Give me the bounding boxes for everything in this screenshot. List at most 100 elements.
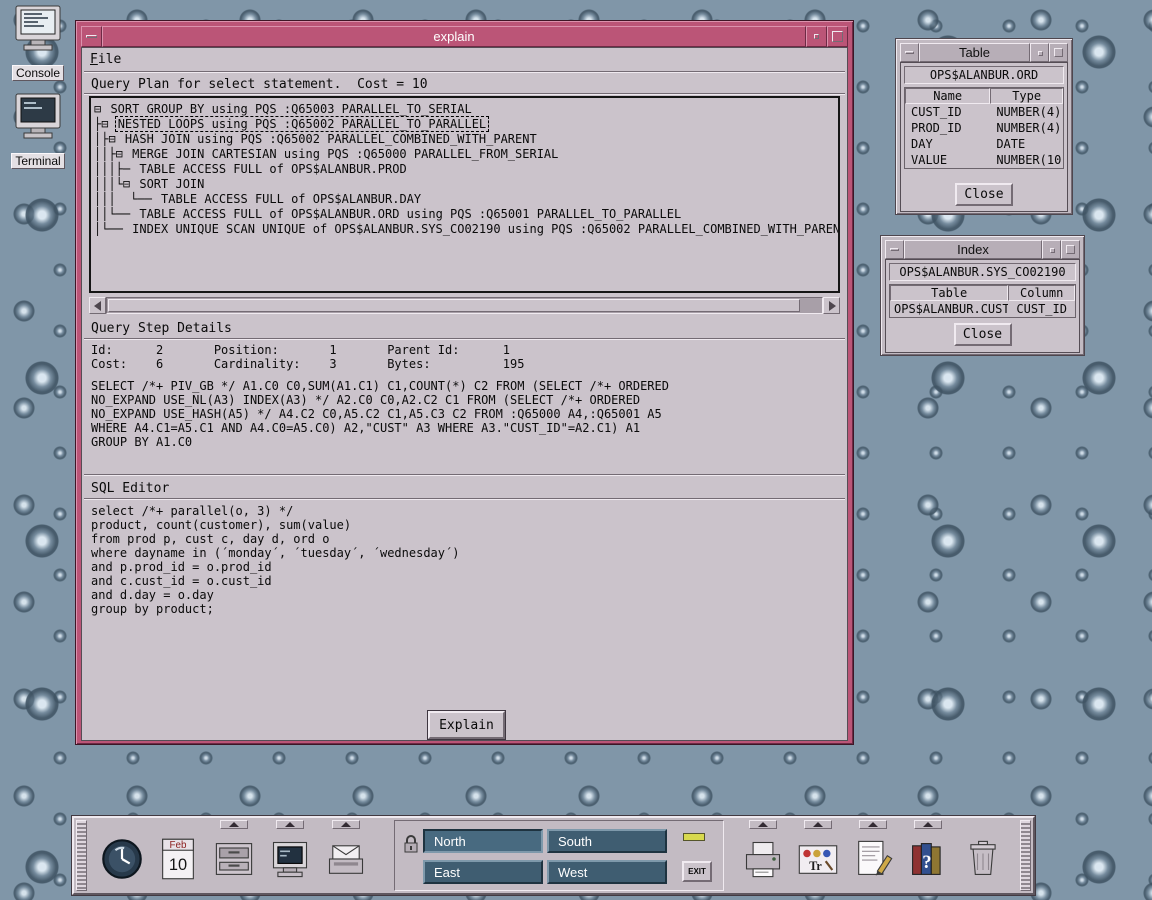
table-row[interactable]: DAYDATE bbox=[905, 136, 1063, 152]
plan-tree-node[interactable]: ││└── TABLE ACCESS FULL of OPS$ALANBUR.O… bbox=[94, 207, 835, 222]
tree-branch-lines: ││├⊟ bbox=[94, 147, 130, 161]
help-button[interactable]: ? bbox=[902, 829, 954, 889]
maximize-button[interactable] bbox=[1061, 240, 1080, 259]
help-subpanel-arrow-icon[interactable] bbox=[914, 820, 942, 829]
editor-subpanel-arrow-icon[interactable] bbox=[859, 820, 887, 829]
workspace-button[interactable]: East bbox=[423, 860, 543, 884]
explain-button[interactable]: Explain bbox=[428, 711, 505, 739]
separator bbox=[84, 338, 845, 340]
tree-node-label[interactable]: NESTED LOOPS using PQS :Q65002 PARALLEL_… bbox=[116, 117, 488, 131]
minimize-button[interactable] bbox=[1030, 43, 1049, 62]
minimize-icon bbox=[1050, 248, 1055, 253]
close-button[interactable]: Close bbox=[954, 323, 1012, 346]
list-rows: OPS$ALANBUR.CUSTCUST_ID bbox=[890, 301, 1075, 317]
workspace-button[interactable]: South bbox=[547, 829, 667, 853]
index-row[interactable]: OPS$ALANBUR.CUSTCUST_ID bbox=[890, 301, 1075, 317]
table-window: Table OPS$ALANBUR.ORD NameType CUST_IDNU… bbox=[895, 38, 1073, 215]
list-rows: CUST_IDNUMBER(4)PROD_IDNUMBER(4)DAYDATEV… bbox=[905, 104, 1063, 168]
style-manager-button[interactable]: Tr bbox=[792, 829, 844, 889]
printer-subpanel-arrow-icon[interactable] bbox=[749, 820, 777, 829]
plan-tree-node[interactable]: │││ └── TABLE ACCESS FULL of OPS$ALANBUR… bbox=[94, 192, 835, 207]
maximize-button[interactable] bbox=[827, 26, 848, 47]
calendar-icon: Feb 10 bbox=[158, 836, 198, 882]
clock-button[interactable] bbox=[96, 829, 148, 889]
window-frame[interactable]: explain File Query Plan for select state… bbox=[75, 20, 854, 745]
window-title: Table bbox=[919, 43, 1030, 62]
minimize-icon bbox=[814, 34, 819, 39]
column-type-cell: NUMBER(4) bbox=[990, 120, 1063, 136]
plan-tree-node[interactable]: ││├⊟ MERGE JOIN CARTESIAN using PQS :Q65… bbox=[94, 147, 835, 162]
column-name-cell: DAY bbox=[905, 136, 990, 152]
window-menu-button[interactable] bbox=[885, 240, 904, 259]
menu-file[interactable]: File bbox=[90, 48, 121, 71]
terminal-subpanel-arrow-icon[interactable] bbox=[276, 820, 304, 829]
mail-subpanel-arrow-icon[interactable] bbox=[332, 820, 360, 829]
index-column-cell: CUST_ID bbox=[1008, 301, 1075, 317]
window-menu-button[interactable] bbox=[900, 43, 919, 62]
desktop-icon-console[interactable]: Console bbox=[6, 4, 70, 86]
window-frame[interactable]: Table OPS$ALANBUR.ORD NameType CUST_IDNU… bbox=[895, 38, 1073, 215]
scroll-right-arrow-icon[interactable] bbox=[823, 297, 840, 314]
tree-node-label[interactable]: TABLE ACCESS FULL of OPS$ALANBUR.DAY bbox=[159, 192, 423, 206]
front-panel: Feb 10 bbox=[72, 816, 1035, 895]
tree-node-label[interactable]: TABLE ACCESS FULL of OPS$ALANBUR.PROD bbox=[137, 162, 408, 176]
table-row[interactable]: CUST_IDNUMBER(4) bbox=[905, 104, 1063, 120]
tree-node-label[interactable]: INDEX UNIQUE SCAN UNIQUE of OPS$ALANBUR.… bbox=[130, 222, 840, 236]
minimize-button[interactable] bbox=[1042, 240, 1061, 259]
tree-node-label[interactable]: HASH JOIN using PQS :Q65002 PARALLEL_COM… bbox=[123, 132, 539, 146]
tree-node-label[interactable]: SORT GROUP BY using PQS :Q65003 PARALLEL… bbox=[108, 102, 473, 116]
titlebar[interactable]: Table bbox=[900, 43, 1068, 62]
plan-tree-node[interactable]: │││└⊟ SORT JOIN bbox=[94, 177, 835, 192]
workspace-button[interactable]: West bbox=[547, 860, 667, 884]
text-editor-button[interactable] bbox=[847, 829, 899, 889]
terminal-button[interactable] bbox=[264, 829, 316, 889]
minimize-button[interactable] bbox=[806, 26, 827, 47]
scrollbar-trough[interactable] bbox=[106, 297, 823, 314]
panel-handle-left[interactable] bbox=[76, 820, 87, 891]
calendar-button[interactable]: Feb 10 bbox=[152, 829, 204, 889]
window-menu-button[interactable] bbox=[81, 26, 102, 47]
tree-node-label[interactable]: SORT JOIN bbox=[137, 177, 206, 191]
desktop-icon-terminal[interactable]: Terminal bbox=[6, 92, 70, 174]
scroll-left-arrow-icon[interactable] bbox=[89, 297, 106, 314]
files-subpanel-arrow-icon[interactable] bbox=[220, 820, 248, 829]
file-manager-button[interactable] bbox=[208, 829, 260, 889]
svg-text:?: ? bbox=[922, 852, 931, 873]
separator bbox=[84, 71, 845, 73]
trash-button[interactable] bbox=[957, 829, 1009, 889]
exit-button[interactable]: EXIT bbox=[682, 861, 712, 882]
plan-tree-node[interactable]: ⊟ SORT GROUP BY using PQS :Q65003 PARALL… bbox=[94, 102, 835, 117]
column-name-cell: PROD_ID bbox=[905, 120, 990, 136]
table-columns-list: NameType CUST_IDNUMBER(4)PROD_IDNUMBER(4… bbox=[904, 87, 1064, 169]
table-row[interactable]: VALUENUMBER(10,2) bbox=[905, 152, 1063, 168]
style-subpanel-arrow-icon[interactable] bbox=[804, 820, 832, 829]
query-plan-tree[interactable]: ⊟ SORT GROUP BY using PQS :Q65003 PARALL… bbox=[89, 96, 840, 293]
window-frame[interactable]: Index OPS$ALANBUR.SYS_CO02190 TableColum… bbox=[880, 235, 1085, 356]
horizontal-scrollbar[interactable] bbox=[89, 297, 840, 314]
tree-branch-lines: ⊟ bbox=[94, 102, 108, 116]
plan-tree-node[interactable]: ├⊟ NESTED LOOPS using PQS :Q65002 PARALL… bbox=[94, 117, 835, 132]
mail-button[interactable] bbox=[320, 829, 372, 889]
workspace-switch-area: NorthSouthEastWest EXIT bbox=[394, 820, 724, 891]
maximize-button[interactable] bbox=[1049, 43, 1068, 62]
table-row[interactable]: PROD_IDNUMBER(4) bbox=[905, 120, 1063, 136]
printer-button[interactable] bbox=[737, 829, 789, 889]
tree-branch-lines: │└── bbox=[94, 222, 130, 236]
plan-tree-node[interactable]: │└── INDEX UNIQUE SCAN UNIQUE of OPS$ALA… bbox=[94, 222, 835, 237]
close-button[interactable]: Close bbox=[955, 183, 1013, 206]
style-manager-icon: Tr bbox=[796, 837, 840, 881]
titlebar[interactable]: explain bbox=[81, 26, 848, 47]
workspace-button[interactable]: North bbox=[423, 829, 543, 853]
tree-node-label[interactable]: TABLE ACCESS FULL of OPS$ALANBUR.ORD usi… bbox=[137, 207, 683, 221]
tree-node-label[interactable]: MERGE JOIN CARTESIAN using PQS :Q65000 P… bbox=[130, 147, 560, 161]
sql-editor-text[interactable]: select /*+ parallel(o, 3) */ product, co… bbox=[91, 504, 838, 702]
column-name-cell: VALUE bbox=[905, 152, 990, 168]
titlebar[interactable]: Index bbox=[885, 240, 1080, 259]
step-stats: Id: 2 Position: 1 Parent Id: 1 Cost: 6 C… bbox=[91, 343, 838, 371]
panel-handle-right[interactable] bbox=[1020, 820, 1031, 891]
plan-tree-node[interactable]: │├⊟ HASH JOIN using PQS :Q65002 PARALLEL… bbox=[94, 132, 835, 147]
scrollbar-thumb[interactable] bbox=[108, 299, 800, 312]
maximize-icon bbox=[1054, 48, 1063, 57]
plan-tree-node[interactable]: │││├─ TABLE ACCESS FULL of OPS$ALANBUR.P… bbox=[94, 162, 835, 177]
lock-icon[interactable] bbox=[402, 833, 420, 855]
